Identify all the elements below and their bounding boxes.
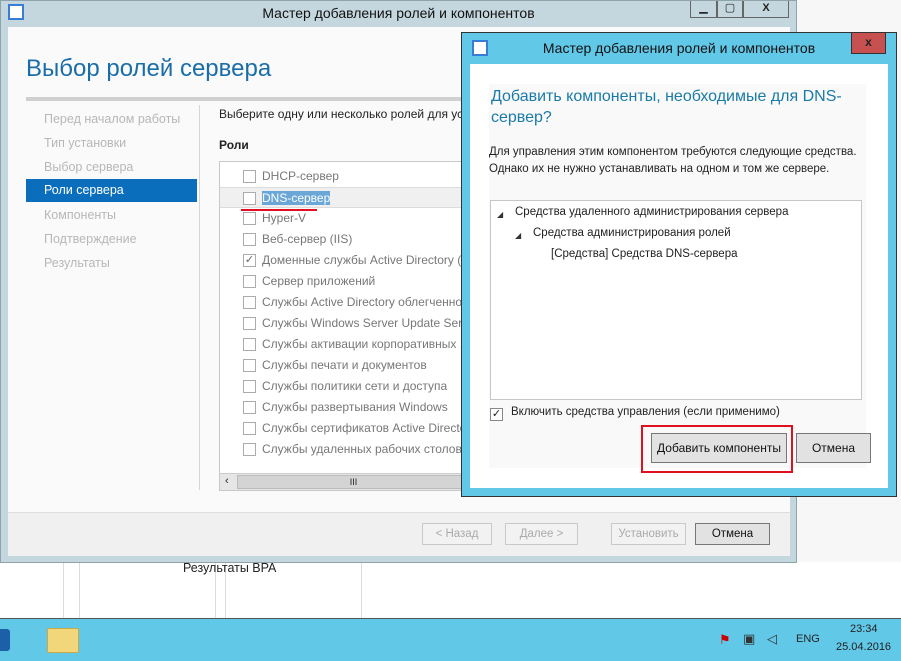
roles-header: Роли [219,138,249,152]
role-label: DNS-сервер [262,191,331,205]
role-item[interactable]: Службы сертификатов Active Directo [220,418,468,439]
role-item[interactable]: Службы Windows Server Update Serv [220,313,469,334]
dialog-cancel-button[interactable]: Отмена [796,433,871,463]
role-item[interactable]: Службы политики сети и доступа [220,376,468,397]
checkbox-checked-icon[interactable]: ✓ [490,408,503,421]
role-item[interactable]: Службы Active Directory облегченно [220,292,468,313]
role-label: Службы сертификатов Active Directo [262,421,467,435]
role-label: Службы Windows Server Update Serv [262,316,469,330]
role-item[interactable]: Службы удаленных рабочих столов [220,439,468,460]
clock-date[interactable]: 25.04.2016 [836,641,891,653]
role-item[interactable]: Hyper-V [220,208,468,229]
nav-divider [199,105,200,490]
server-manager-background [0,562,901,618]
intro-text: Выберите одну или несколько ролей для ус [219,107,464,121]
scrollbar-thumb[interactable]: III [237,475,468,489]
role-checkbox[interactable]: ✓ [243,254,256,267]
underline-annotation [241,209,317,211]
role-checkbox[interactable] [243,296,256,309]
dialog-panel: Добавить компоненты, необходимые для DNS… [489,84,871,473]
role-label: Службы удаленных рабочих столов [262,442,462,456]
expand-icon[interactable]: ◢ [497,210,503,219]
add-features-button[interactable]: Добавить компоненты [651,433,787,463]
nav-before-start[interactable]: Перед началом работы [26,108,197,131]
tree-item[interactable]: Средства администрирования ролей [533,227,731,239]
role-checkbox[interactable] [243,443,256,456]
role-item[interactable]: Сервер приложений [220,271,468,292]
role-item[interactable]: Службы активации корпоративных . [220,334,468,355]
role-item[interactable]: Службы развертывания Windows [220,397,468,418]
powershell-icon[interactable] [0,629,10,651]
dialog-close-button[interactable]: x [851,33,886,54]
role-item[interactable]: Службы печати и документов [220,355,468,376]
expand-icon[interactable]: ◢ [515,231,521,240]
cancel-button[interactable]: Отмена [695,523,770,545]
role-label: Службы активации корпоративных . [262,337,464,351]
role-label: Службы печати и документов [262,358,427,372]
role-label: Службы развертывания Windows [262,400,448,414]
wizard-footer: < Назад Далее > Установить Отмена [8,512,790,556]
network-warning-icon[interactable]: ▣ [743,631,755,647]
role-checkbox[interactable] [243,212,256,225]
role-checkbox[interactable] [243,275,256,288]
back-button[interactable]: < Назад [422,523,492,545]
scroll-left-icon[interactable]: ‹ [225,475,229,487]
minimize-button[interactable]: ▁ [690,1,717,18]
nav-server-select[interactable]: Выбор сервера [26,156,197,179]
role-checkbox[interactable] [243,233,256,246]
role-label: Доменные службы Active Directory ( [262,253,462,267]
role-label: Hyper-V [262,211,307,225]
dialog-heading: Добавить компоненты, необходимые для DNS… [491,88,842,126]
include-tools-label: Включить средства управления (если приме… [511,406,780,418]
role-item[interactable]: ✓ Доменные службы Active Directory ( [220,250,468,271]
dialog-title: Мастер добавления ролей и компонентов [542,40,816,56]
tree-item[interactable]: Средства удаленного администрирования се… [515,206,788,218]
horizontal-scrollbar[interactable]: ‹ III [220,473,468,490]
features-tree: ◢ Средства удаленного администрирования … [490,200,862,400]
bpa-results-label: Результаты BPA [183,561,277,575]
role-checkbox[interactable] [243,317,256,330]
include-tools-checkbox[interactable]: ✓ Включить средства управления (если прим… [490,406,780,421]
role-label: Службы Active Directory облегченно [262,295,463,309]
dialog-body: Добавить компоненты, необходимые для DNS… [470,64,888,488]
page-title: Выбор ролей сервера [26,55,272,82]
nav-install-type[interactable]: Тип установки [26,132,197,155]
file-explorer-icon[interactable] [47,628,79,653]
role-checkbox[interactable] [243,192,256,205]
nav-features[interactable]: Компоненты [26,204,197,227]
tree-item[interactable]: [Средства] Средства DNS-сервера [551,248,738,260]
role-item[interactable]: DNS-сервер [220,187,468,208]
role-item[interactable]: DHCP-сервер [220,166,468,187]
language-indicator[interactable]: ENG [796,633,820,645]
role-label: Сервер приложений [262,274,376,288]
role-checkbox[interactable] [243,422,256,435]
install-button[interactable]: Установить [611,523,686,545]
role-label: Веб-сервер (IIS) [262,232,353,246]
role-checkbox[interactable] [243,170,256,183]
clock-time[interactable]: 23:34 [850,623,878,635]
dialog-description: Для управления этим компонентом требуютс… [489,146,857,175]
maximize-button[interactable]: ▢ [717,1,743,18]
action-center-flag-icon[interactable]: ⚑ [719,632,731,648]
role-label: DHCP-сервер [262,169,339,183]
nav-confirmation[interactable]: Подтверждение [26,228,197,251]
window-title: Мастер добавления ролей и компонентов [262,5,535,21]
taskbar: ⚑ ▣ ◁ ENG 23:34 25.04.2016 [0,618,901,661]
add-features-dialog: Мастер добавления ролей и компонентов x … [461,32,897,497]
role-checkbox[interactable] [243,359,256,372]
nav-results[interactable]: Результаты [26,252,197,275]
role-checkbox[interactable] [243,380,256,393]
nav-server-roles[interactable]: Роли сервера [26,179,197,202]
role-label: Службы политики сети и доступа [262,379,448,393]
volume-muted-icon[interactable]: ◁ [767,631,777,647]
role-checkbox[interactable] [243,338,256,351]
close-button[interactable]: X [743,1,789,18]
role-checkbox[interactable] [243,401,256,414]
roles-list: DHCP-сервер DNS-сервер Hyper-V Веб-сервер (… [219,161,469,491]
role-item[interactable]: Веб-сервер (IIS) [220,229,468,250]
next-button[interactable]: Далее > [505,523,578,545]
